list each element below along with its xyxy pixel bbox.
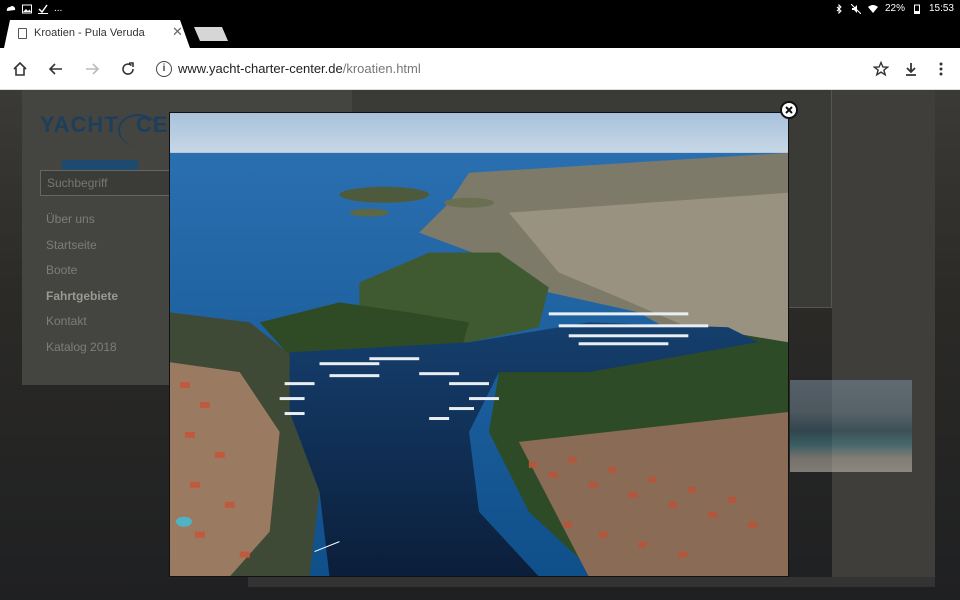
- tab-active[interactable]: Kroatien - Pula Veruda ✕: [4, 20, 190, 48]
- logo-bar: [62, 160, 138, 170]
- battery-icon: [913, 4, 920, 14]
- search-input[interactable]: Suchbegriff: [40, 170, 190, 196]
- clock: 15:53: [928, 3, 954, 14]
- arrow-right-icon: [86, 63, 100, 75]
- url-path: /kroatien.html: [342, 61, 421, 76]
- nav-item-fahrtgebiete[interactable]: Fahrtgebiete: [46, 289, 118, 315]
- close-icon: [785, 106, 793, 114]
- nav-item-ueber-uns[interactable]: Über uns: [46, 212, 118, 238]
- main-nav: Über uns Startseite Boote Fahrtgebiete K…: [46, 212, 118, 365]
- page-icon: [18, 28, 27, 39]
- back-button[interactable]: [45, 58, 67, 80]
- status-bar: ... 22% 15:53: [0, 0, 960, 20]
- image-icon: [22, 4, 32, 13]
- download-button[interactable]: [900, 58, 922, 80]
- nav-item-kontakt[interactable]: Kontakt: [46, 314, 118, 340]
- more-notifications: ...: [54, 3, 63, 14]
- bookmark-button[interactable]: [870, 58, 892, 80]
- wifi-icon: [867, 4, 878, 13]
- nav-item-katalog[interactable]: Katalog 2018: [46, 340, 118, 366]
- tab-close-button[interactable]: ✕: [172, 25, 183, 38]
- arrow-left-icon: [48, 63, 62, 75]
- status-bar-left: ...: [6, 3, 62, 14]
- content-footer: [248, 577, 935, 587]
- tab-title: Kroatien - Pula Veruda: [34, 27, 145, 39]
- browser-toolbar: i www.yacht-charter-center.de/kroatien.h…: [0, 48, 960, 90]
- star-icon: [873, 61, 889, 77]
- lightbox-close-button[interactable]: [780, 101, 798, 119]
- menu-button[interactable]: [930, 58, 952, 80]
- reload-icon: [122, 62, 134, 75]
- new-tab-button[interactable]: [194, 27, 228, 41]
- home-button[interactable]: [9, 58, 31, 80]
- status-bar-right: 22% 15:53: [834, 3, 954, 14]
- tab-strip: Kroatien - Pula Veruda ✕: [0, 20, 960, 48]
- reload-button[interactable]: [117, 58, 139, 80]
- more-vert-icon: [939, 62, 943, 76]
- check-icon: [38, 4, 48, 14]
- nav-item-boote[interactable]: Boote: [46, 263, 118, 289]
- bluetooth-icon: [836, 3, 842, 14]
- logo-text: YACHT: [40, 112, 119, 137]
- url-host: www.yacht-charter-center.de: [178, 61, 343, 76]
- nav-item-startseite[interactable]: Startseite: [46, 238, 118, 264]
- forward-button[interactable]: [81, 58, 103, 80]
- mute-icon: [850, 3, 861, 14]
- address-bar[interactable]: i www.yacht-charter-center.de/kroatien.h…: [148, 54, 898, 84]
- beach-thumbnail[interactable]: [790, 380, 912, 472]
- weather-icon: [6, 5, 16, 11]
- url-text: www.yacht-charter-center.de/kroatien.htm…: [178, 61, 421, 76]
- aerial-photo[interactable]: [170, 113, 788, 577]
- right-panel: [832, 90, 935, 587]
- download-icon: [906, 63, 916, 76]
- home-icon: [13, 61, 27, 76]
- lightbox: [169, 112, 789, 577]
- battery-level: 22%: [884, 3, 905, 14]
- info-icon[interactable]: i: [156, 61, 172, 77]
